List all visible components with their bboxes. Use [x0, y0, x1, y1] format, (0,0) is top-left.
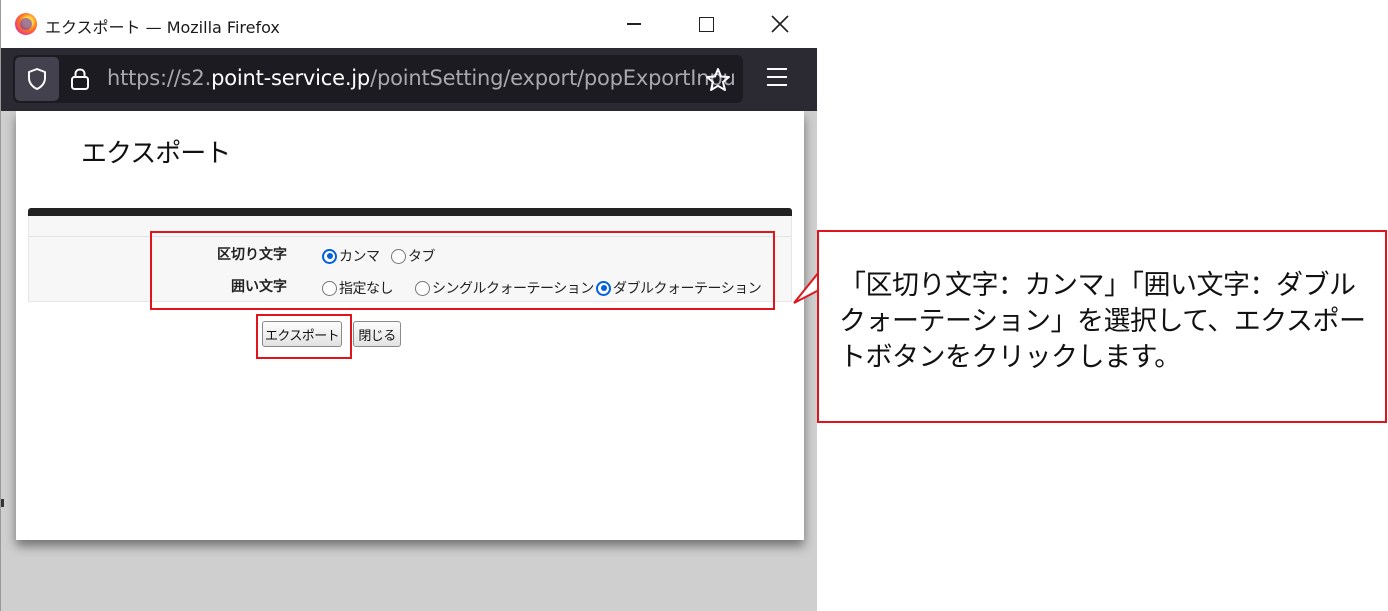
instruction-callout: 「区切り文字：カンマ」「囲い文字：ダブルクォーテーション」を選択して、エクスポー…: [817, 230, 1387, 423]
title-bar: エクスポート — Mozilla Firefox: [1, 0, 817, 48]
close-button[interactable]: 閉じる: [353, 321, 401, 347]
shield-icon: [28, 68, 46, 90]
firefox-window: エクスポート — Mozilla Firefox https://s2.poin…: [0, 0, 817, 611]
edge-mark: [1, 499, 4, 507]
url-host: point-service.jp: [211, 66, 371, 90]
screenshot-stage: エクスポート — Mozilla Firefox https://s2.poin…: [0, 0, 1388, 611]
url-prefix: https://s2.: [107, 66, 212, 90]
maximize-button[interactable]: [671, 0, 741, 48]
url-text[interactable]: https://s2.point-service.jp/pointSetting…: [107, 66, 736, 90]
url-path: /pointSetting/export/popExportInpu: [370, 66, 736, 90]
minimize-button[interactable]: [599, 0, 669, 48]
export-button-highlight-box: [256, 314, 352, 359]
table-header-bar: [28, 208, 792, 216]
firefox-logo-icon: [15, 13, 37, 35]
lock-icon[interactable]: [69, 67, 91, 91]
close-window-button[interactable]: [745, 0, 815, 48]
minimize-icon: [627, 23, 641, 25]
maximize-icon: [698, 16, 714, 32]
tracking-protection-button[interactable]: [15, 57, 59, 101]
close-icon: [771, 15, 789, 33]
options-highlight-box: [150, 231, 775, 310]
star-icon[interactable]: [705, 67, 731, 92]
page-title: エクスポート: [81, 139, 231, 169]
window-title: エクスポート — Mozilla Firefox: [45, 18, 280, 37]
callout-text: 「区切り文字：カンマ」「囲い文字：ダブルクォーテーション」を選択して、エクスポー…: [839, 270, 1366, 373]
hamburger-menu-icon[interactable]: [767, 68, 787, 92]
navigation-toolbar: https://s2.point-service.jp/pointSetting…: [1, 48, 817, 111]
export-popup-page: エクスポート 区切り文字 カンマ タブ 囲い文字 指定なし シングルクォーテーシ…: [16, 111, 804, 540]
url-bar[interactable]: https://s2.point-service.jp/pointSetting…: [13, 55, 743, 103]
